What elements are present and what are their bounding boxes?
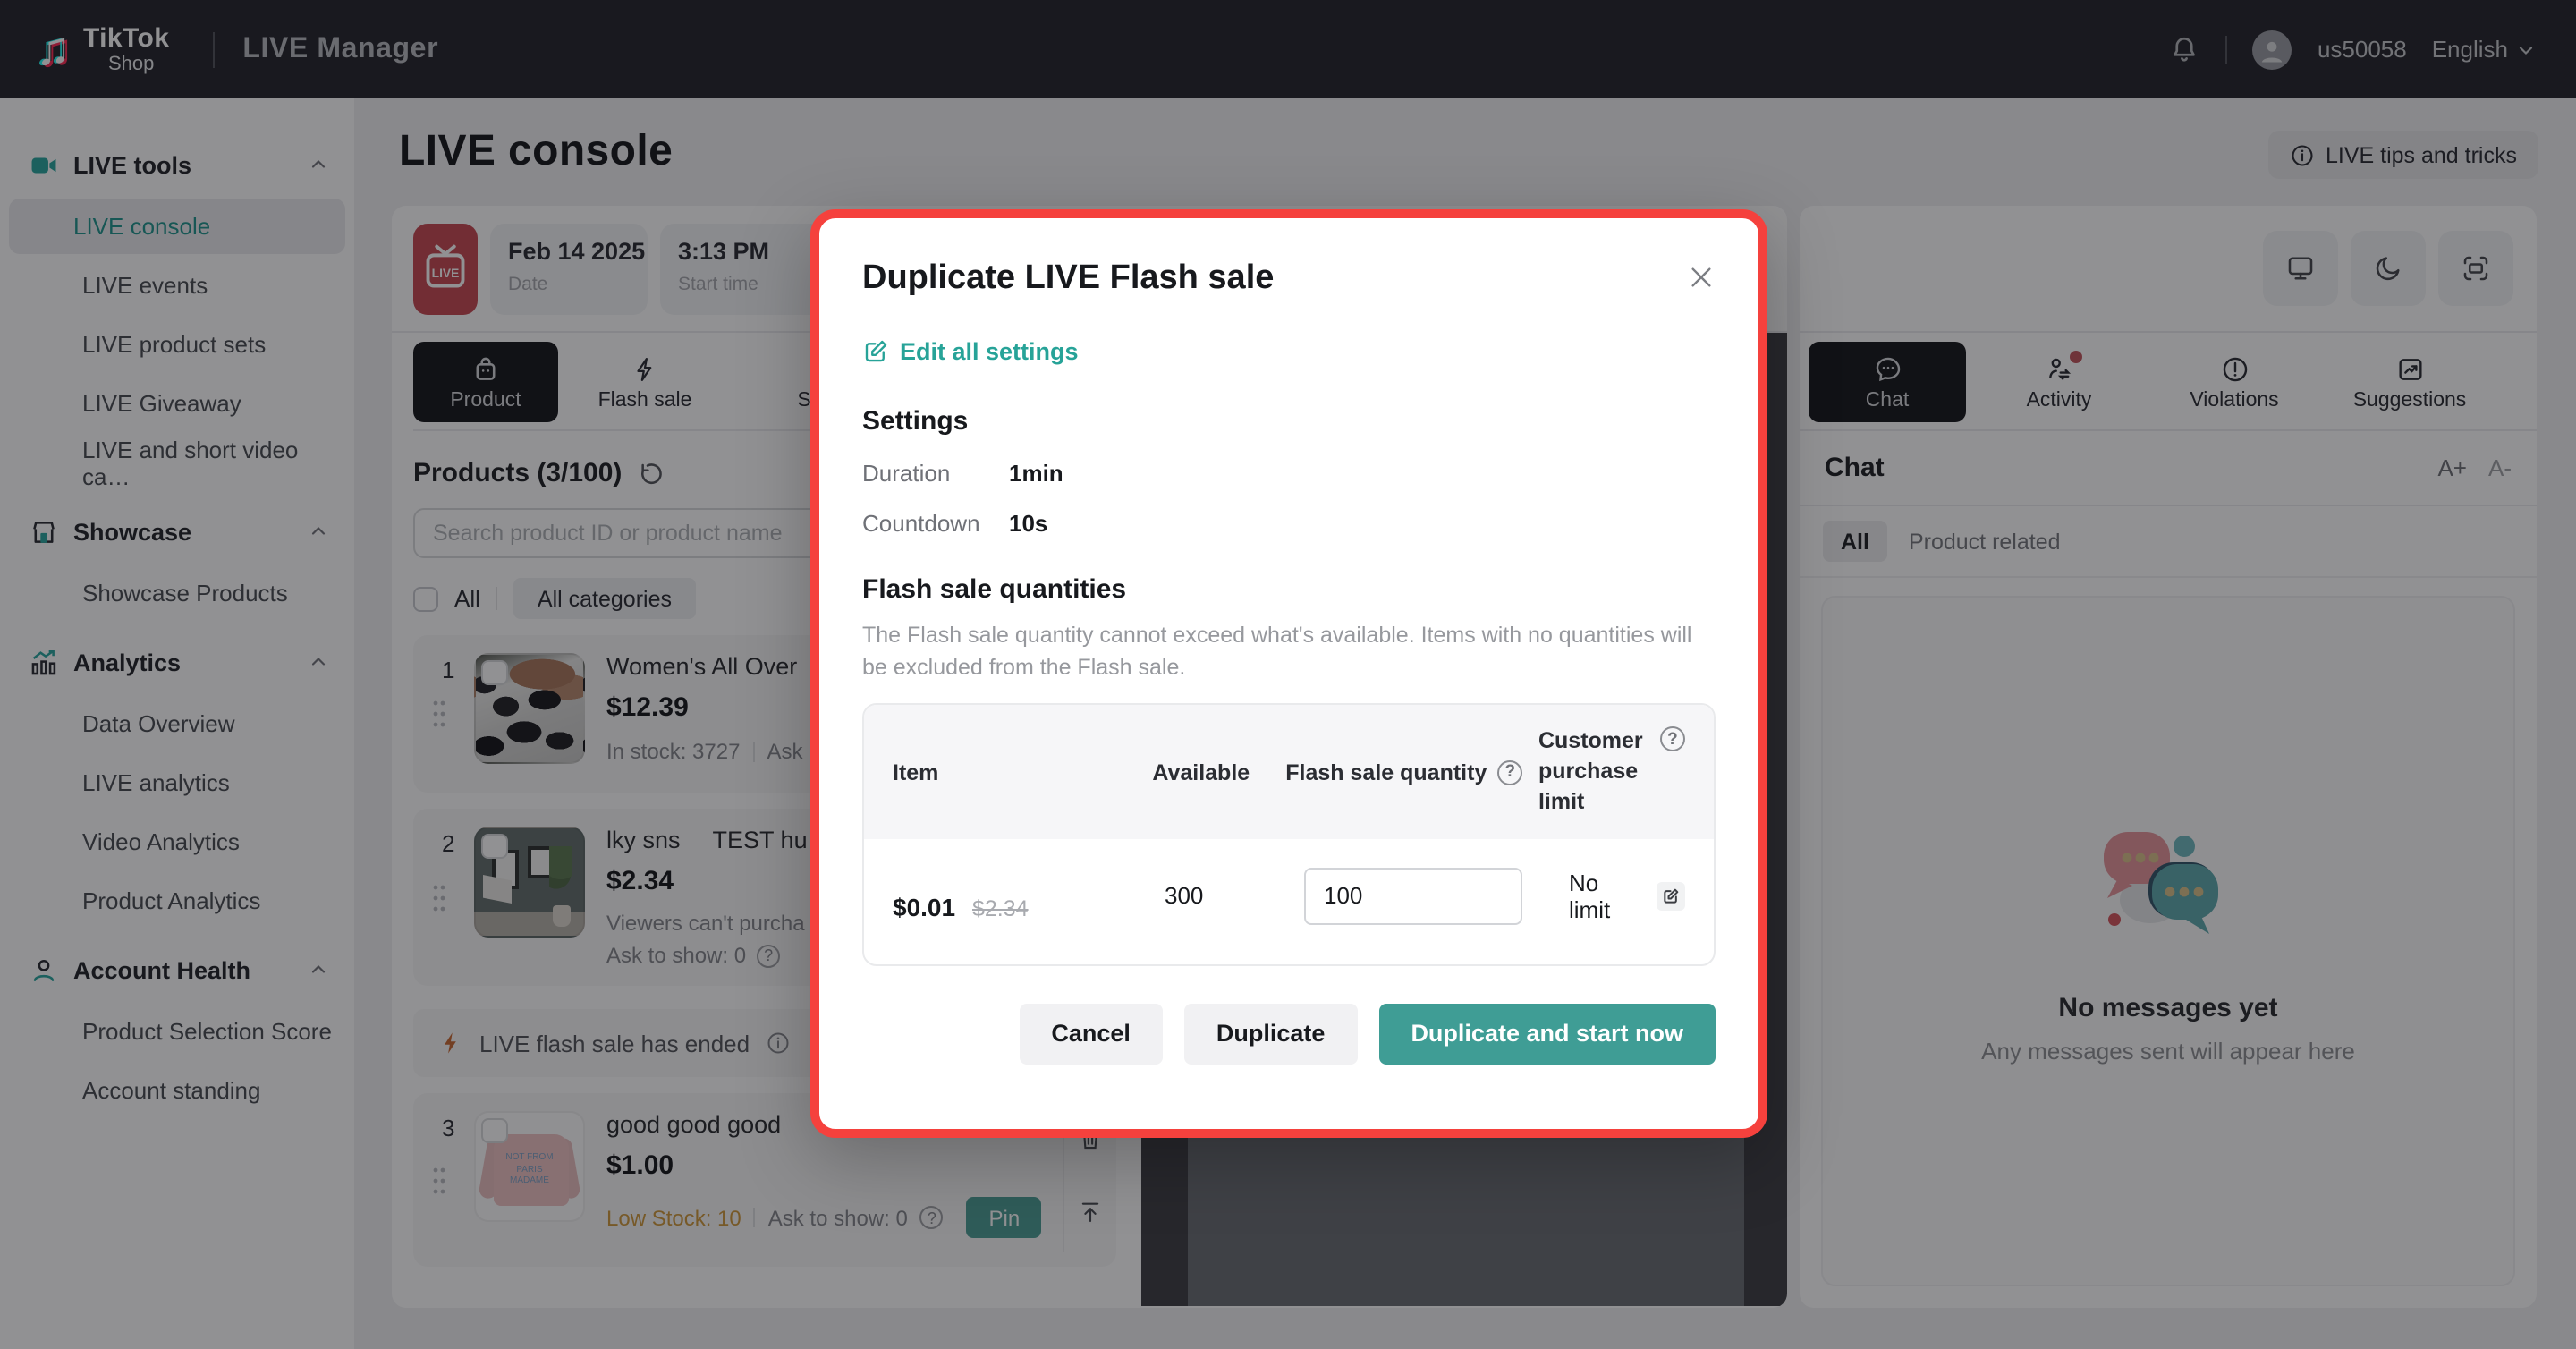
edit-all-settings-label: Edit all settings <box>900 338 1079 365</box>
col-flash-sale-quantity: Flash sale quantity ? <box>1285 727 1538 818</box>
countdown-value: 10s <box>1009 510 1047 537</box>
quantities-description: The Flash sale quantity cannot exceed wh… <box>862 619 1716 684</box>
original-price: $2.34 <box>972 896 1029 921</box>
duration-label: Duration <box>862 460 1009 487</box>
col-available: Available <box>1152 727 1285 818</box>
purchase-limit-cell: No limit <box>1569 870 1685 923</box>
item-price-cell: $0.01 $2.34 <box>893 868 1165 925</box>
settings-heading: Settings <box>862 406 1716 437</box>
duplicate-flash-sale-modal: Duplicate LIVE Flash sale Edit all setti… <box>810 209 1767 1138</box>
modal-title: Duplicate LIVE Flash sale <box>862 259 1687 299</box>
col-customer-purchase-limit-label: Customer purchase limit <box>1538 727 1649 818</box>
flash-sale-price: $0.01 <box>893 893 955 921</box>
col-item: Item <box>893 727 1152 818</box>
help-icon[interactable]: ? <box>1660 727 1685 752</box>
available-cell: 300 <box>1165 883 1304 910</box>
col-customer-purchase-limit: Customer purchase limit ? <box>1538 727 1685 818</box>
flash-sale-table: Item Available Flash sale quantity ? Cus… <box>862 704 1716 966</box>
cancel-button[interactable]: Cancel <box>1019 1004 1163 1065</box>
edit-all-settings-link[interactable]: Edit all settings <box>862 338 1716 365</box>
duplicate-and-start-button[interactable]: Duplicate and start now <box>1378 1004 1716 1065</box>
edit-icon <box>862 338 889 365</box>
table-header-row: Item Available Flash sale quantity ? Cus… <box>864 706 1714 839</box>
duration-value: 1min <box>1009 460 1063 487</box>
help-icon[interactable]: ? <box>1497 759 1522 785</box>
col-flash-sale-quantity-label: Flash sale quantity <box>1285 759 1487 785</box>
flash-sale-quantity-input[interactable] <box>1304 868 1522 925</box>
app-window: ♫ TikTok Shop LIVE Manager us50058 Engli… <box>0 0 2576 1349</box>
quantity-cell <box>1304 868 1569 925</box>
close-icon[interactable] <box>1687 263 1716 292</box>
quantities-heading: Flash sale quantities <box>862 574 1716 605</box>
edit-limit-icon[interactable] <box>1657 882 1685 911</box>
table-row: $0.01 $2.34 300 No limit <box>864 839 1714 964</box>
duplicate-button[interactable]: Duplicate <box>1184 1004 1358 1065</box>
purchase-limit-value: No limit <box>1569 870 1646 923</box>
countdown-label: Countdown <box>862 510 1009 537</box>
